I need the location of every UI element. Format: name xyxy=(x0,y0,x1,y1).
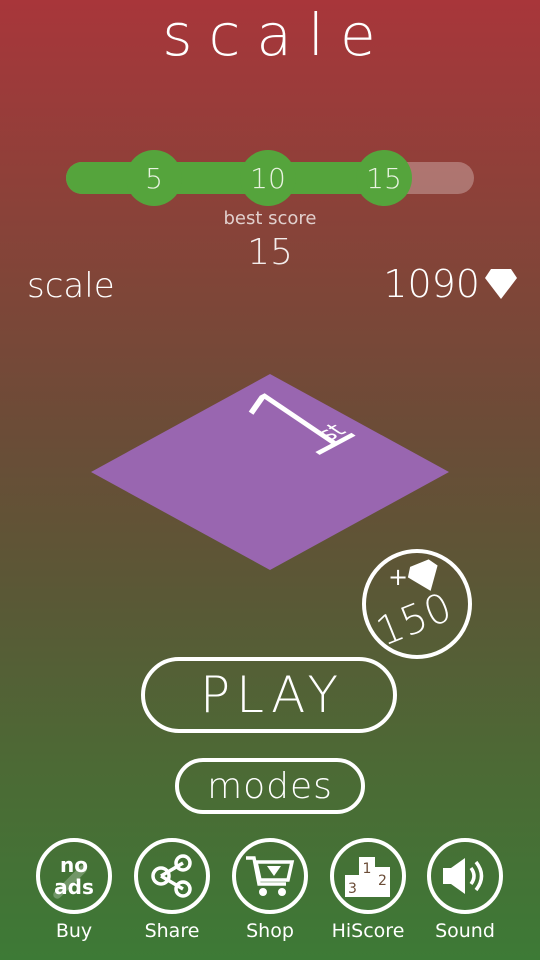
nav-hiscore[interactable]: 1 2 3 HiScore xyxy=(323,838,413,942)
modes-button[interactable]: modes xyxy=(175,758,365,814)
nav-label: Share xyxy=(144,920,200,942)
progress-bar: 5 10 15 xyxy=(66,150,474,206)
cart-icon xyxy=(232,838,308,914)
speaker-icon xyxy=(427,838,503,914)
gem-counter: 1090 xyxy=(383,262,518,306)
podium-second: 2 xyxy=(378,873,387,889)
milestone-node: 10 xyxy=(240,150,296,206)
nav-buy[interactable]: no ads Buy xyxy=(29,838,119,942)
podium-first: 1 xyxy=(363,861,372,877)
best-score-label: best score xyxy=(223,208,317,229)
cart-icon-glyph xyxy=(246,856,295,896)
nav-label: Sound xyxy=(435,920,495,942)
game-title: scale xyxy=(162,1,392,69)
no-ads-text: no ads xyxy=(54,854,94,898)
current-mode-label: scale xyxy=(27,266,115,306)
reward-amount: 150 xyxy=(370,584,459,656)
nav-shop[interactable]: Shop xyxy=(225,838,315,942)
nav-sound[interactable]: Sound xyxy=(420,838,510,942)
milestone-node: 15 xyxy=(356,150,412,206)
podium-icon: 1 2 3 xyxy=(330,838,406,914)
nav-label: HiScore xyxy=(331,920,405,942)
share-icon xyxy=(134,838,210,914)
play-button[interactable]: PLAY xyxy=(141,657,397,733)
milestone-node: 5 xyxy=(126,150,182,206)
progress-fill xyxy=(66,162,397,194)
nav-share[interactable]: Share xyxy=(127,838,217,942)
nav-label: Buy xyxy=(55,920,93,942)
podium-third: 3 xyxy=(348,881,357,897)
podium-icon-glyph: 1 2 3 xyxy=(345,857,390,897)
no-ads-line-1: no xyxy=(60,853,88,877)
diamond-icon xyxy=(485,269,517,299)
game-board[interactable]: 1 st xyxy=(91,374,449,570)
gem-reward-button[interactable]: + 150 xyxy=(362,549,472,659)
no-ads-icon: no ads xyxy=(36,838,112,914)
speaker-icon-glyph xyxy=(443,858,484,894)
no-ads-line-2: ads xyxy=(54,875,94,899)
share-icon-glyph xyxy=(151,854,192,898)
bottom-nav: no ads Buy Share Shop 1 2 3 HiScore Soun… xyxy=(0,838,540,950)
nav-label: Shop xyxy=(246,920,294,942)
gem-count: 1090 xyxy=(383,262,480,306)
